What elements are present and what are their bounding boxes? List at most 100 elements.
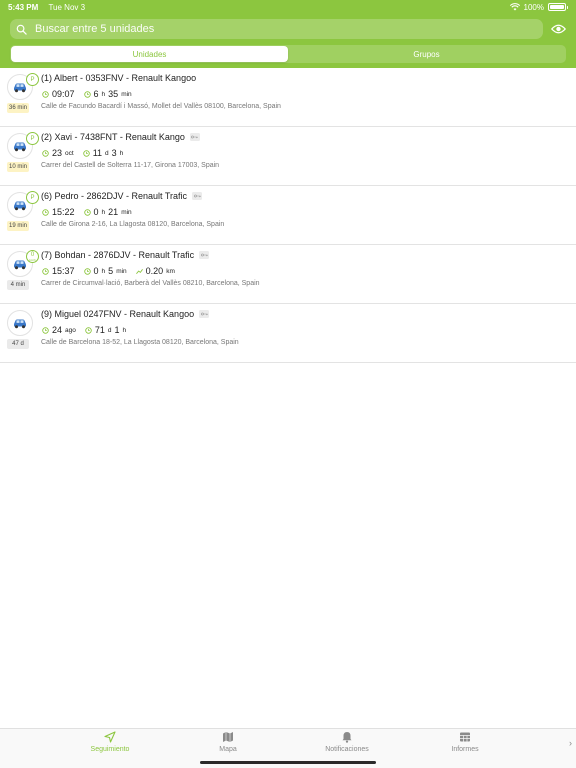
car-icon (14, 260, 26, 270)
route-icon (135, 268, 143, 274)
list-item[interactable]: 47 d (9) Miguel 0247FNV - Renault Kangoo… (0, 304, 576, 363)
bell-icon (342, 732, 352, 743)
list-item[interactable]: P 19 min (6) Pedro - 2862DJV - Renault T… (0, 186, 576, 245)
app-header: 5:43 PM Tue Nov 3 100% Buscar entre 5 un… (0, 0, 576, 68)
vehicle-avatar (7, 310, 33, 336)
duration-b-unit: min (121, 90, 132, 98)
key-icon (199, 251, 210, 259)
time-ago-badge: 19 min (7, 221, 30, 231)
battery-icon (548, 3, 568, 11)
chevron-right-icon[interactable]: › (569, 738, 572, 748)
clock-icon (42, 208, 49, 216)
last-time-value: 15:22 (52, 207, 75, 217)
time-ago-badge: 10 min (7, 162, 30, 172)
last-time-unit: ago (65, 326, 76, 334)
duration-b: 1 (114, 325, 120, 335)
units-list: P 36 min (1) Albert - 0353FNV - Renault … (0, 68, 576, 363)
parking-badge: P (26, 191, 39, 204)
duration-b: 5 (108, 266, 114, 276)
last-time-value: 24 (52, 325, 63, 335)
duration-a: 6 (93, 89, 99, 99)
duration-b-unit: min (121, 208, 132, 216)
distance-value: 0.20 (145, 266, 164, 276)
clock-icon (42, 90, 49, 98)
battery-percent: 100% (523, 2, 544, 12)
tab-seguimiento[interactable]: Seguimiento (80, 731, 140, 753)
duration-b: 35 (108, 89, 119, 99)
unit-address: Calle de Barcelona 18-52, La Llagosta 08… (41, 339, 239, 346)
table-icon (460, 732, 470, 742)
status-time: 5:43 PM (8, 2, 39, 12)
last-time-unit: oct (65, 149, 74, 157)
key-icon (189, 133, 200, 141)
wifi-icon (509, 3, 520, 11)
timer-icon (83, 90, 91, 98)
tab-informes[interactable]: Informes (435, 731, 495, 753)
timer-icon (83, 208, 91, 216)
tab-label: Informes (451, 746, 479, 753)
list-item[interactable]: 0 km/h 4 min (7) Bohdan - 2876DJV - Rena… (0, 245, 576, 304)
duration-a-unit: h (101, 267, 106, 275)
tab-mapa[interactable]: Mapa (198, 731, 258, 753)
duration-a-unit: h (101, 90, 106, 98)
time-ago-badge: 47 d (7, 339, 29, 349)
visibility-toggle-button[interactable] (550, 21, 566, 37)
search-bar[interactable] (10, 19, 543, 39)
tab-notificaciones[interactable]: Notificaciones (317, 731, 377, 753)
unit-address: Carrer del Castell de Solterra 11-17, Gi… (41, 162, 220, 169)
list-item[interactable]: P 36 min (1) Albert - 0353FNV - Renault … (0, 68, 576, 127)
time-ago-badge: 4 min (7, 280, 29, 290)
duration-a-unit: h (101, 208, 106, 216)
duration-a-unit: d (105, 149, 109, 157)
clock-icon (42, 326, 49, 334)
tab-label: Seguimiento (90, 746, 130, 753)
unit-title: (7) Bohdan - 2876DJV - Renault Trafic (41, 250, 195, 260)
duration-a: 11 (92, 148, 103, 158)
car-icon (14, 142, 26, 152)
unit-title: (6) Pedro - 2862DJV - Renault Trafic (41, 191, 188, 201)
unit-address: Calle de Girona 2-16, La Llagosta 08120,… (41, 221, 225, 228)
duration-a: 0 (93, 266, 99, 276)
duration-a-unit: d (107, 326, 112, 334)
unit-title: (2) Xavi - 7438FNT - Renault Kango (41, 132, 185, 142)
car-icon (14, 83, 26, 93)
unit-address: Calle de Facundo Bacardí i Massó, Mollet… (41, 103, 281, 110)
key-icon (199, 310, 210, 318)
segment-unidades[interactable]: Unidades (11, 46, 288, 62)
duration-b: 3 (111, 148, 117, 158)
search-input[interactable] (35, 23, 515, 35)
segmented-control: Unidades Grupos (10, 45, 566, 63)
timer-icon (83, 267, 91, 275)
time-ago-badge: 36 min (7, 103, 30, 113)
search-icon (16, 24, 27, 35)
duration-b: 21 (108, 207, 119, 217)
tab-label: Notificaciones (325, 746, 369, 753)
last-time-value: 15:37 (52, 266, 75, 276)
duration-a: 0 (93, 207, 99, 217)
segment-grupos[interactable]: Grupos (288, 46, 565, 62)
status-date: Tue Nov 3 (48, 2, 86, 12)
unit-title: (9) Miguel 0247FNV - Renault Kangoo (41, 309, 195, 319)
last-time-value: 23 (52, 148, 63, 158)
parking-badge: P (26, 132, 39, 145)
eye-icon (550, 24, 566, 34)
car-icon (14, 201, 26, 211)
key-icon (192, 192, 203, 200)
unit-address: Carrer de Circumval·lació, Barberà del V… (41, 280, 260, 287)
last-time-value: 09:07 (52, 89, 75, 99)
duration-a: 71 (94, 325, 105, 335)
map-icon (223, 732, 233, 742)
status-bar: 5:43 PM Tue Nov 3 100% (0, 0, 576, 14)
duration-b-unit: h (119, 149, 124, 157)
list-item[interactable]: P 10 min (2) Xavi - 7438FNT - Renault Ka… (0, 127, 576, 186)
distance-unit: km (166, 267, 175, 275)
timer-icon (85, 326, 92, 334)
speed-unit: km/h (29, 257, 36, 262)
unit-title: (1) Albert - 0353FNV - Renault Kangoo (41, 73, 197, 83)
navigation-arrow-icon (104, 731, 116, 743)
clock-icon (42, 267, 49, 275)
tab-label: Mapa (219, 746, 237, 753)
speed-badge: 0 km/h (26, 250, 39, 263)
duration-b-unit: min (116, 267, 127, 275)
parking-badge: P (26, 73, 39, 86)
